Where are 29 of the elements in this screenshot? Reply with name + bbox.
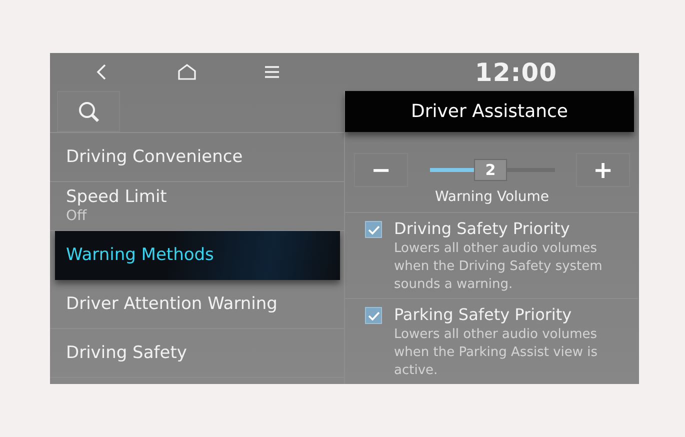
- menu-item[interactable]: Driver Attention Warning: [50, 280, 344, 329]
- back-icon: [96, 64, 108, 80]
- menu-item[interactable]: Driving Safety: [50, 329, 344, 378]
- option-label: Parking Safety Priority: [394, 304, 573, 326]
- menu-item-label: Driver Attention Warning: [66, 294, 278, 314]
- menu-icon: [265, 66, 279, 78]
- menu-item-label: Warning Methods: [66, 245, 215, 266]
- clock: 12:00: [474, 60, 557, 84]
- menu-item[interactable]: Warning Methods: [55, 231, 340, 280]
- checkmark-icon: [368, 224, 380, 234]
- home-icon: [178, 64, 196, 80]
- search-icon: [78, 100, 100, 122]
- option-description: Lowers all other audio volumes when the Parking Assist view is active.: [394, 326, 599, 380]
- panel-title: Driver Assistance: [345, 91, 634, 132]
- slider-label: Warning Volume: [434, 188, 550, 207]
- menu-item-label: Speed Limit: [66, 187, 168, 208]
- checkbox[interactable]: [365, 221, 382, 238]
- menu-item[interactable]: Driving Convenience: [50, 133, 344, 182]
- increase-button[interactable]: +: [576, 153, 630, 187]
- menu-item-label: Driving Convenience: [66, 146, 244, 168]
- option-label: Driving Safety Priority: [394, 218, 571, 240]
- checkbox[interactable]: [365, 307, 382, 324]
- option-description: Lowers all other audio volumes when the Driving Safety system sounds a warning.: [394, 240, 604, 294]
- checkmark-icon: [368, 310, 380, 320]
- slider-thumb[interactable]: 2: [474, 159, 507, 181]
- menu-item-value: Off: [66, 208, 88, 225]
- menu-item-label: Driving Safety: [66, 342, 188, 364]
- search-button[interactable]: [57, 91, 120, 132]
- decrease-button[interactable]: −: [354, 153, 408, 187]
